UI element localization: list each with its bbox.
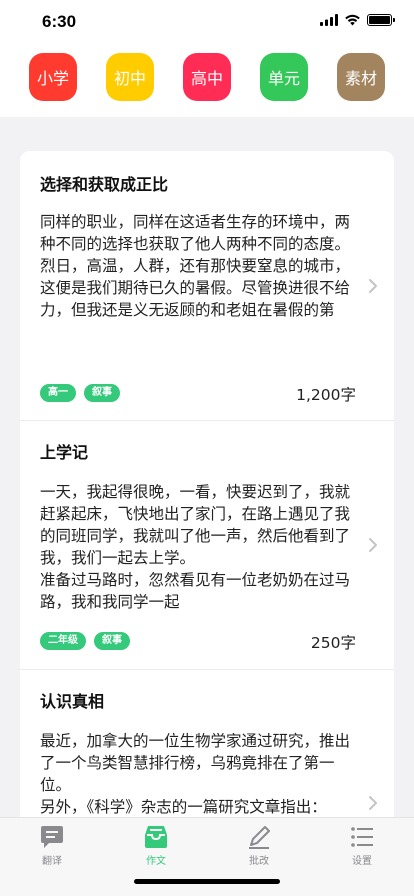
category-label: 单元 (267, 69, 300, 88)
tray-icon (145, 826, 167, 848)
signal-icon (320, 14, 338, 26)
category-button-primary[interactable]: 小学 (29, 53, 77, 101)
category-button-material[interactable]: 素材 (337, 53, 385, 101)
tag-list: 二年级 叙事 (40, 632, 130, 650)
word-count: 250字 (310, 634, 356, 652)
status-bar: 6:30 (0, 0, 414, 44)
list-icon (351, 827, 373, 847)
article-item[interactable]: 认识真相 最近，加拿大的一位生物学家通过研究，推出了一个鸟类智慧排行榜，乌鸦竟排… (20, 670, 394, 831)
article-title: 认识真相 (40, 692, 105, 711)
category-button-unit[interactable]: 单元 (260, 53, 308, 101)
article-excerpt: 一天，我起得很晚，一看，快要迟到了，我就赶紧起床，飞快地出了家门，在路上遇见了我… (40, 483, 351, 611)
chevron-right-icon (369, 279, 377, 293)
word-count: 1,200字 (296, 386, 356, 404)
status-icons (320, 14, 395, 26)
category-label: 素材 (344, 69, 377, 88)
home-indicator (134, 879, 280, 884)
tab-correct[interactable]: 批改 (207, 818, 311, 868)
tab-translate[interactable]: 翻译 (0, 818, 104, 868)
tab-label: 翻译 (42, 856, 62, 867)
tab-bar: 翻译 作文 批改 设置 (0, 817, 414, 896)
genre-tag: 叙事 (84, 384, 120, 402)
article-title: 选择和获取成正比 (40, 175, 169, 194)
category-row: 小学 初中 高中 单元 素材 (0, 53, 414, 103)
wifi-icon (345, 14, 360, 26)
tab-label: 批改 (249, 856, 269, 867)
tab-essay[interactable]: 作文 (104, 818, 208, 868)
grade-tag: 高一 (40, 384, 76, 402)
battery-icon (367, 14, 395, 26)
genre-tag: 叙事 (94, 632, 130, 650)
category-label: 初中 (113, 69, 146, 88)
chevron-right-icon (369, 796, 377, 810)
tab-label: 设置 (352, 856, 372, 867)
article-item[interactable]: 上学记 一天，我起得很晚，一看，快要迟到了，我就赶紧起床，飞快地出了家门，在路上… (20, 421, 394, 669)
category-button-junior[interactable]: 初中 (106, 53, 154, 101)
category-label: 小学 (36, 69, 69, 88)
chat-bubble-icon (41, 826, 63, 848)
pencil-icon (249, 826, 270, 849)
article-excerpt: 最近，加拿大的一位生物学家通过研究，推出了一个鸟类智慧排行榜，乌鸦竟排在了第一位… (40, 732, 351, 816)
article-title: 上学记 (40, 443, 89, 462)
category-button-senior[interactable]: 高中 (183, 53, 231, 101)
grade-tag: 二年级 (40, 632, 86, 650)
status-time: 6:30 (42, 12, 77, 31)
article-excerpt: 同样的职业，同样在这适者生存的环境中，两种不同的选择也获取了他人两种不同的态度。… (40, 213, 351, 319)
category-label: 高中 (190, 69, 223, 88)
chevron-right-icon (369, 538, 377, 552)
tab-label: 作文 (146, 856, 166, 867)
tab-settings[interactable]: 设置 (310, 818, 414, 868)
article-list-card: 选择和获取成正比 同样的职业，同样在这适者生存的环境中，两种不同的选择也获取了他… (20, 151, 394, 831)
tag-list: 高一 叙事 (40, 384, 120, 402)
article-item[interactable]: 选择和获取成正比 同样的职业，同样在这适者生存的环境中，两种不同的选择也获取了他… (20, 151, 394, 420)
